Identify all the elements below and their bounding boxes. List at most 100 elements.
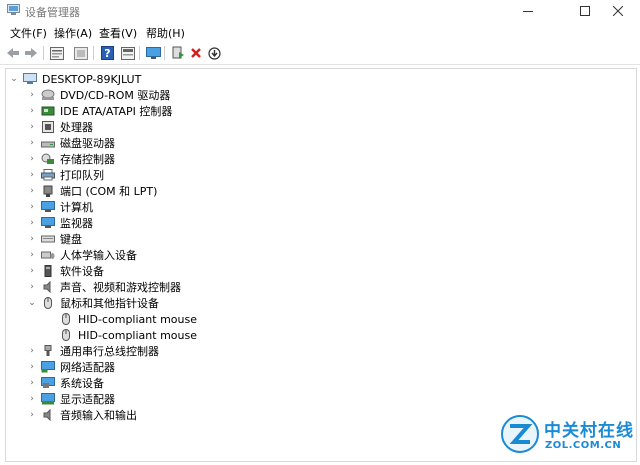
tree-item-label: 音频输入和输出 xyxy=(60,409,137,422)
menu-help[interactable]: 帮助(H) xyxy=(146,25,185,41)
storage-controller-icon xyxy=(41,153,55,165)
tree-item-printer[interactable]: › 打印队列 xyxy=(26,167,104,183)
forward-arrow-icon[interactable] xyxy=(22,44,40,62)
tree-item-system[interactable]: › 系统设备 xyxy=(26,375,104,391)
tree-root[interactable]: ⌄ DESKTOP-89KJLUT xyxy=(8,71,141,87)
sound-icon xyxy=(41,281,55,293)
computer-icon xyxy=(23,73,37,85)
chevron-down-icon[interactable]: ⌄ xyxy=(26,295,38,311)
menu-action[interactable]: 操作(A) xyxy=(54,25,92,41)
menu-file[interactable]: 文件(F) xyxy=(10,25,47,41)
chevron-right-icon[interactable]: › xyxy=(26,119,38,135)
chevron-right-icon[interactable]: › xyxy=(26,375,38,391)
svg-text:?: ? xyxy=(104,47,110,60)
tree-item-disk[interactable]: › 磁盘驱动器 xyxy=(26,135,115,151)
toolbar-separator xyxy=(43,46,44,60)
chevron-right-icon[interactable]: › xyxy=(26,263,38,279)
computer-icon xyxy=(41,201,55,213)
tree-item-storage[interactable]: › 存储控制器 xyxy=(26,151,115,167)
menu-view[interactable]: 查看(V) xyxy=(99,25,137,41)
tree-item-keyboard[interactable]: › 键盘 xyxy=(26,231,82,247)
window-title: 设备管理器 xyxy=(25,6,80,19)
chevron-right-icon[interactable]: › xyxy=(26,279,38,295)
audio-io-icon xyxy=(41,409,55,421)
close-button[interactable] xyxy=(595,0,640,22)
tree-child-mouse-2[interactable]: HID-compliant mouse xyxy=(56,327,197,343)
tree-child-label: HID-compliant mouse xyxy=(78,328,197,342)
mouse-icon xyxy=(59,329,73,341)
tree-item-dvd[interactable]: › DVD/CD-ROM 驱动器 xyxy=(26,87,170,103)
disable-device-icon[interactable] xyxy=(205,44,223,62)
chevron-right-icon[interactable]: › xyxy=(26,103,38,119)
chevron-right-icon[interactable]: › xyxy=(26,391,38,407)
root-label: DESKTOP-89KJLUT xyxy=(42,72,142,86)
watermark: 中关村在线 ZOL.COM.CN xyxy=(500,410,635,460)
tree-item-monitor[interactable]: › 监视器 xyxy=(26,215,93,231)
tree-item-hid[interactable]: › 人体学输入设备 xyxy=(26,247,137,263)
back-arrow-icon[interactable] xyxy=(4,44,22,62)
monitor-icon xyxy=(41,217,55,229)
tree-item-label: 软件设备 xyxy=(60,265,104,278)
tree-item-sound[interactable]: › 声音、视频和游戏控制器 xyxy=(26,279,181,295)
minimize-button[interactable] xyxy=(505,0,550,22)
watermark-chinese: 中关村在线 xyxy=(544,421,634,441)
port-icon xyxy=(41,185,55,197)
tree-item-software[interactable]: › 软件设备 xyxy=(26,263,104,279)
tree-item-computer[interactable]: › 计算机 xyxy=(26,199,93,215)
tree-item-display[interactable]: › 显示适配器 xyxy=(26,391,115,407)
update-driver-icon[interactable] xyxy=(169,44,187,62)
mouse-icon xyxy=(59,313,73,325)
tree-item-label: 系统设备 xyxy=(60,377,104,390)
properties-icon[interactable] xyxy=(48,44,66,62)
ide-controller-icon xyxy=(41,105,55,117)
chevron-down-icon[interactable]: ⌄ xyxy=(8,71,20,87)
chevron-right-icon[interactable]: › xyxy=(26,151,38,167)
scan-monitor-icon[interactable] xyxy=(144,44,162,62)
tree-item-label: 键盘 xyxy=(60,233,82,246)
device-properties-icon[interactable] xyxy=(119,44,137,62)
tree-item-network[interactable]: › 网络适配器 xyxy=(26,359,115,375)
keyboard-icon xyxy=(41,233,55,245)
chevron-right-icon[interactable]: › xyxy=(26,167,38,183)
network-adapter-icon xyxy=(41,361,55,373)
menu-bar: 文件(F) 操作(A) 查看(V) 帮助(H) xyxy=(0,24,640,42)
chevron-right-icon[interactable]: › xyxy=(26,87,38,103)
tree-item-ide[interactable]: › IDE ATA/ATAPI 控制器 xyxy=(26,103,172,119)
chevron-right-icon[interactable]: › xyxy=(26,407,38,423)
toolbar-separator xyxy=(164,46,165,60)
watermark-english: ZOL.COM.CN xyxy=(545,440,622,451)
chevron-right-icon[interactable]: › xyxy=(26,199,38,215)
tree-child-mouse-1[interactable]: HID-compliant mouse xyxy=(56,311,197,327)
tree-item-label: 鼠标和其他指针设备 xyxy=(60,297,159,310)
chevron-right-icon[interactable]: › xyxy=(26,183,38,199)
zol-logo-icon xyxy=(500,414,540,454)
usb-icon xyxy=(41,345,55,357)
tree-item-mouse[interactable]: ⌄ 鼠标和其他指针设备 xyxy=(26,295,159,311)
help-icon[interactable]: ? xyxy=(98,44,116,62)
tree-item-audio-io[interactable]: › 音频输入和输出 xyxy=(26,407,137,423)
tree-item-ports[interactable]: › 端口 (COM 和 LPT) xyxy=(26,183,157,199)
software-device-icon xyxy=(41,265,55,277)
chevron-right-icon[interactable]: › xyxy=(26,135,38,151)
chevron-right-icon[interactable]: › xyxy=(26,231,38,247)
tree-item-label: IDE ATA/ATAPI 控制器 xyxy=(60,105,173,118)
chevron-right-icon[interactable]: › xyxy=(26,215,38,231)
tree-item-label: 声音、视频和游戏控制器 xyxy=(60,281,181,294)
show-hidden-icon[interactable] xyxy=(72,44,90,62)
title-bar: 设备管理器 xyxy=(0,0,640,22)
uninstall-icon[interactable] xyxy=(187,44,205,62)
chevron-right-icon[interactable]: › xyxy=(26,359,38,375)
processor-icon xyxy=(41,121,55,133)
chevron-right-icon[interactable]: › xyxy=(26,343,38,359)
tree-item-label: 监视器 xyxy=(60,217,93,230)
tree-item-label: 存储控制器 xyxy=(60,153,115,166)
display-adapter-icon xyxy=(41,393,55,405)
tree-item-label: 网络适配器 xyxy=(60,361,115,374)
tree-item-label: DVD/CD-ROM 驱动器 xyxy=(60,89,171,102)
tree-item-label: 通用串行总线控制器 xyxy=(60,345,159,358)
tree-item-processor[interactable]: › 处理器 xyxy=(26,119,93,135)
chevron-right-icon[interactable]: › xyxy=(26,247,38,263)
device-manager-icon xyxy=(7,4,20,16)
tree-item-usb[interactable]: › 通用串行总线控制器 xyxy=(26,343,159,359)
hid-icon xyxy=(41,249,55,261)
